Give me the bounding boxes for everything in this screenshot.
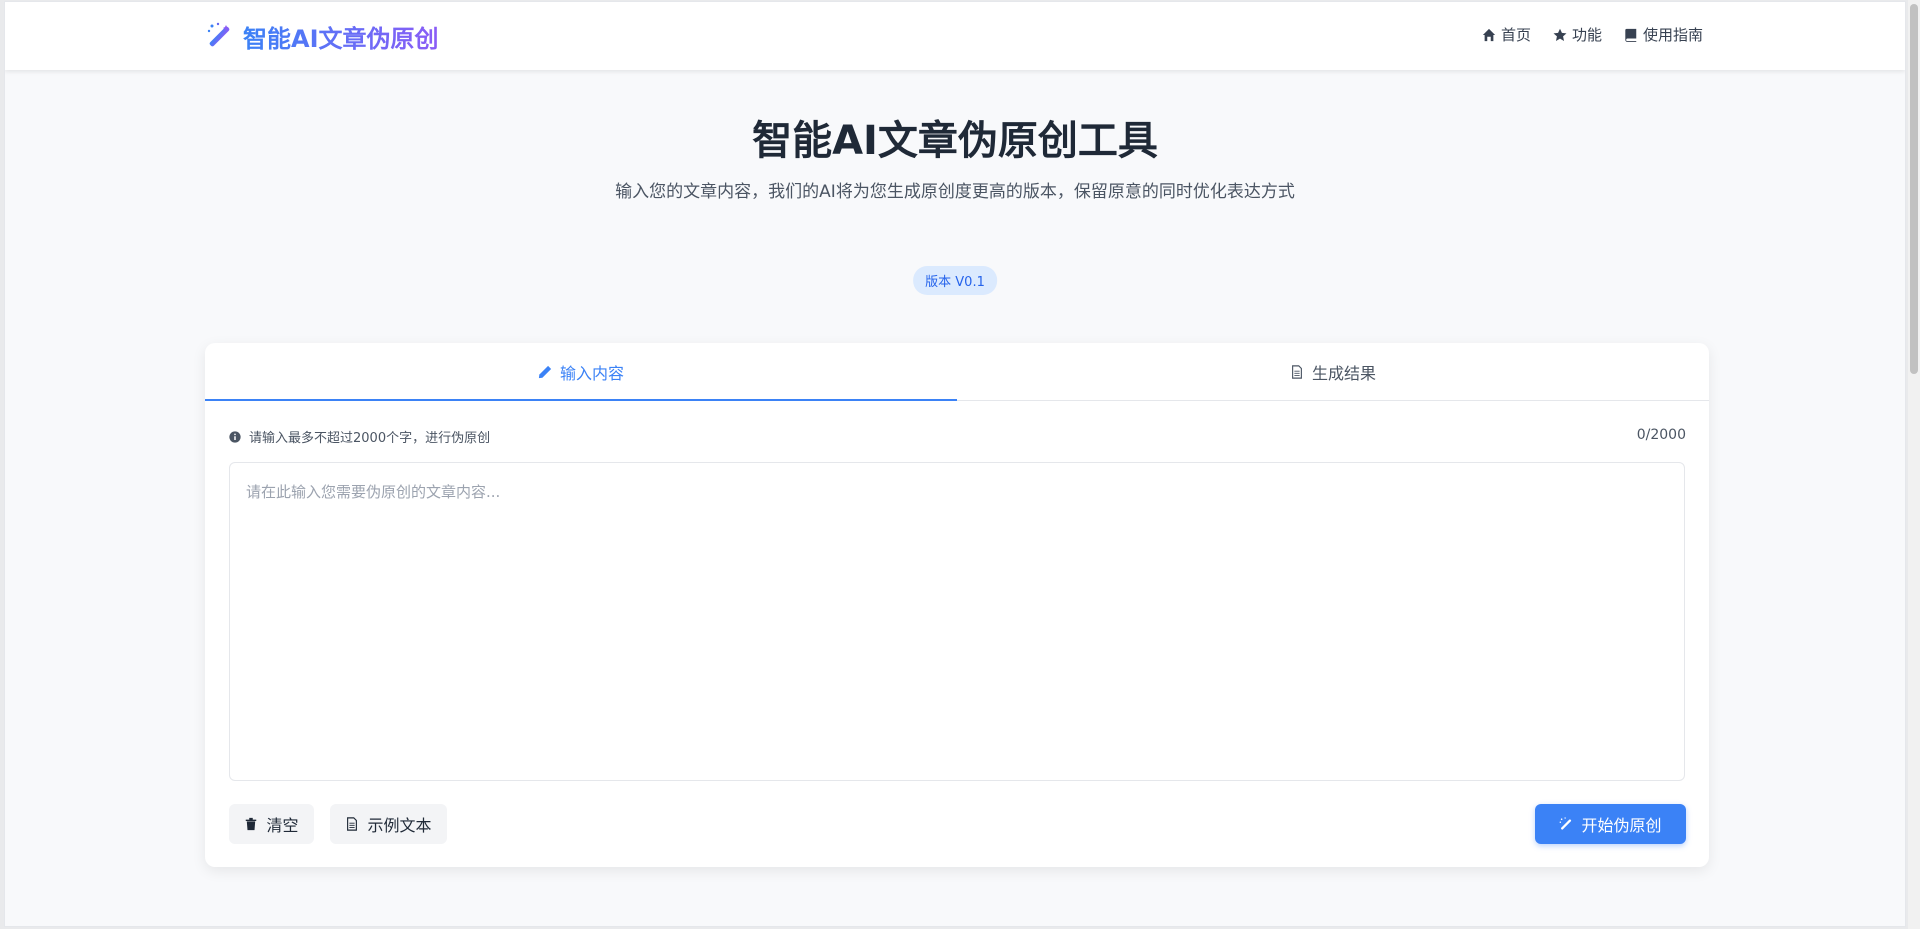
star-icon [1553, 28, 1567, 41]
start-rewrite-button[interactable]: 开始伪原创 [1535, 804, 1686, 844]
input-hint: 请输入最多不超过2000个字，进行伪原创 [229, 427, 490, 446]
nav-features-label: 功能 [1571, 26, 1602, 44]
info-icon [229, 430, 241, 443]
sample-text-button[interactable]: 示例文本 [330, 804, 447, 844]
document-icon [347, 817, 358, 831]
pencil-icon [538, 365, 552, 378]
book-icon [1625, 28, 1637, 42]
document-icon [1292, 364, 1302, 379]
nav-links: 首页 功能 使用指南 [1482, 24, 1703, 45]
brand-logo[interactable]: 智能AI文章伪原创 [205, 19, 439, 54]
clear-button[interactable]: 清空 [229, 804, 314, 844]
char-counter: 0/2000 [1636, 427, 1686, 443]
tab-input-label: 输入内容 [559, 363, 624, 383]
page-subtitle: 输入您的文章内容，我们的AI将为您生成原创度更高的版本，保留原意的同时优化表达方… [615, 182, 1295, 202]
version-badge: 版本 V0.1 [913, 266, 997, 295]
nav-home[interactable]: 首页 [1482, 24, 1531, 45]
tab-input[interactable]: 输入内容 [205, 343, 957, 401]
clear-button-label: 清空 [266, 816, 299, 835]
brand-title: 智能AI文章伪原创 [243, 19, 439, 54]
page-scrollbar[interactable] [1908, 0, 1920, 929]
tab-bar: 输入内容 生成结果 [205, 343, 1709, 401]
tab-result[interactable]: 生成结果 [957, 343, 1709, 400]
page-title: 智能AI文章伪原创工具 [752, 118, 1158, 164]
home-icon [1482, 28, 1496, 41]
nav-home-label: 首页 [1500, 26, 1531, 44]
scrollbar-thumb[interactable] [1910, 4, 1918, 374]
trash-icon [246, 817, 257, 831]
editor-card: 输入内容 生成结果 请输入最多不超过2000个字，进行伪原创 0/2000 清空… [205, 343, 1709, 867]
page-frame: 智能AI文章伪原创 首页 功能 使用指南 智能AI文章伪原创工具 输入您的文章内… [4, 1, 1906, 927]
input-hint-text: 请输入最多不超过2000个字，进行伪原创 [249, 431, 491, 446]
tab-result-label: 生成结果 [1311, 363, 1376, 383]
article-input[interactable] [229, 462, 1685, 781]
sample-text-button-label: 示例文本 [367, 816, 432, 835]
magic-wand-icon [205, 21, 235, 51]
nav-features[interactable]: 功能 [1553, 24, 1602, 45]
nav-guide-label: 使用指南 [1642, 26, 1703, 44]
magic-wand-icon [1560, 817, 1572, 830]
nav-guide[interactable]: 使用指南 [1624, 24, 1703, 45]
top-navbar: 智能AI文章伪原创 首页 功能 使用指南 [5, 2, 1905, 70]
start-rewrite-button-label: 开始伪原创 [1581, 816, 1662, 835]
